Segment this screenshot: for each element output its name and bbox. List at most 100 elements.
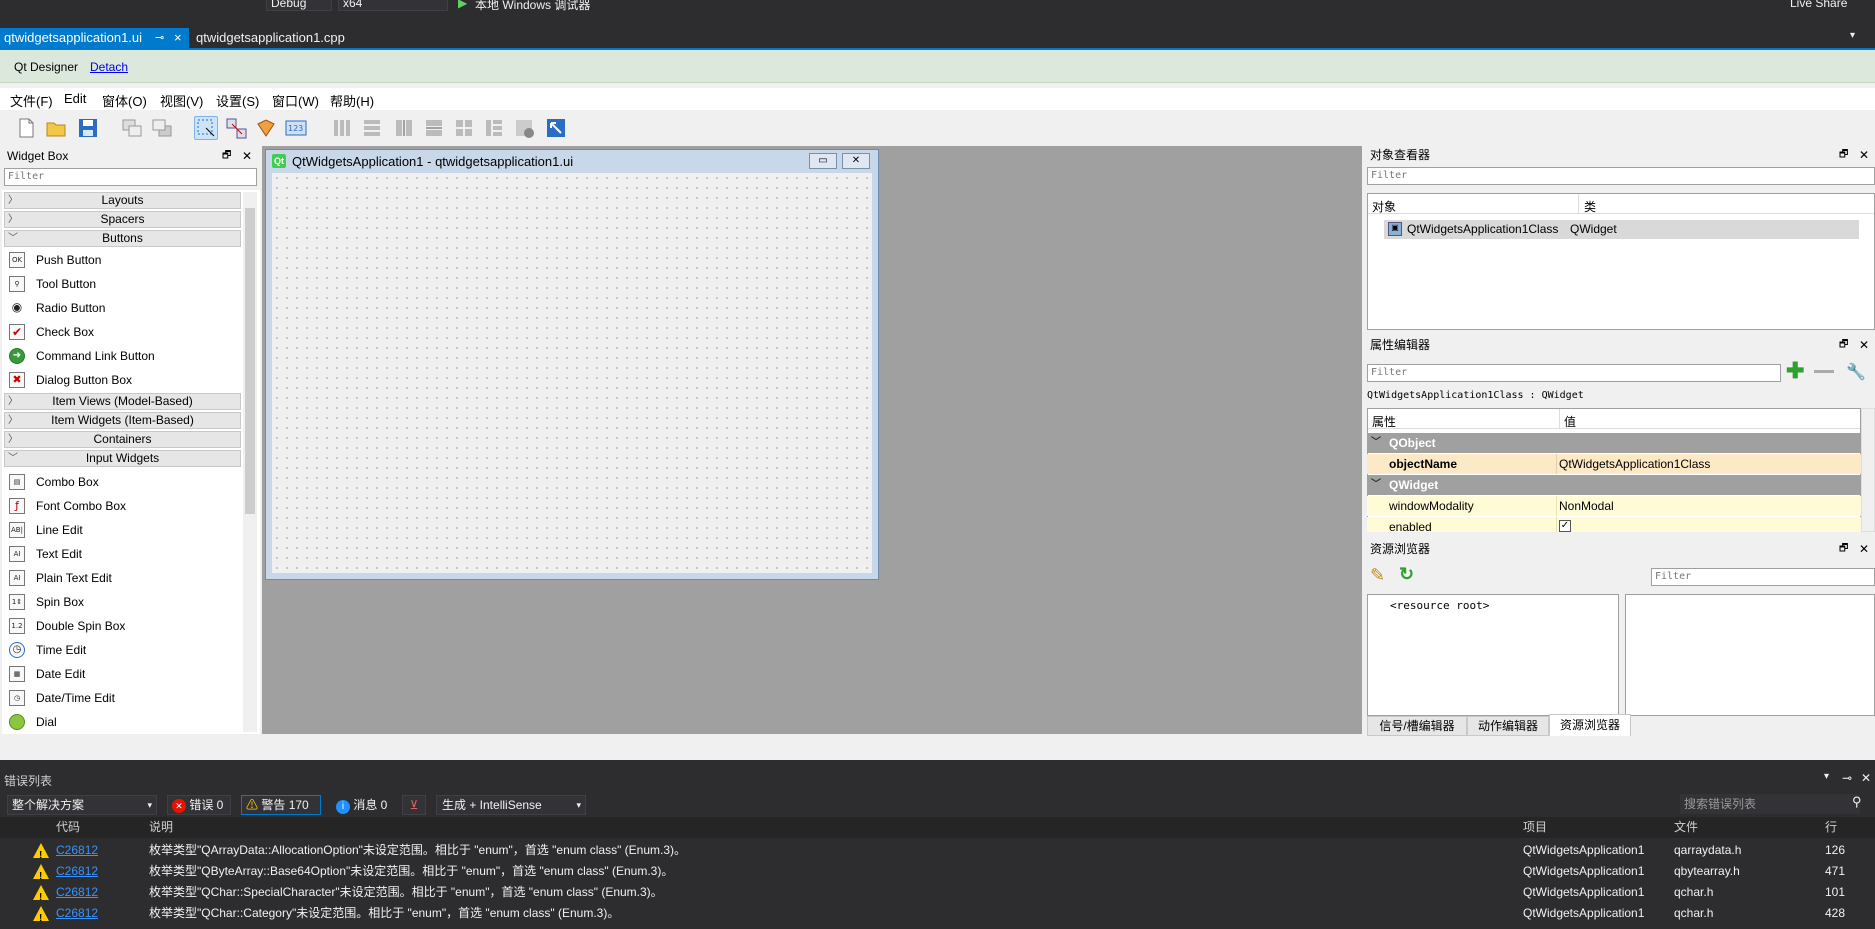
widget-plain-text-edit[interactable]: AI Plain Text Edit	[6, 568, 241, 588]
run-target-button[interactable]: 本地 Windows 调试器	[475, 0, 590, 12]
col-file[interactable]: 文件	[1674, 817, 1698, 838]
prop-value[interactable]: NonModal	[1559, 496, 1614, 516]
menu-edit[interactable]: Edit	[64, 91, 86, 106]
remove-property-icon[interactable]	[1814, 370, 1834, 373]
play-icon[interactable]: ▶	[458, 0, 467, 10]
close-icon[interactable]: ✕	[1861, 771, 1871, 785]
widget-date-time-edit[interactable]: ◷ Date/Time Edit	[6, 688, 241, 708]
category-layouts[interactable]: 〉 Layouts	[4, 192, 241, 209]
new-file-icon[interactable]	[14, 116, 38, 140]
widget-command-link-button[interactable]: ➜ Command Link Button	[6, 346, 241, 366]
col-project[interactable]: 项目	[1523, 817, 1547, 838]
close-icon[interactable]: ✕	[842, 153, 870, 169]
search-errors-input[interactable]: 搜索错误列表	[1680, 794, 1860, 814]
col-class[interactable]: 类	[1584, 198, 1596, 215]
edit-tab-order-icon[interactable]: 123	[284, 116, 308, 140]
category-buttons[interactable]: ﹀ Buttons	[4, 230, 241, 247]
col-description[interactable]: 说明	[149, 817, 173, 838]
open-folder-icon[interactable]	[44, 116, 68, 140]
enabled-checkbox[interactable]: ✓	[1559, 520, 1571, 532]
filter-icon[interactable]: ⊻	[402, 795, 426, 815]
prop-windowmodality[interactable]: windowModality NonModal	[1367, 496, 1861, 516]
tab-cpp-file[interactable]: qtwidgetsapplication1.cpp	[192, 28, 345, 48]
prop-value[interactable]: QtWidgetsApplication1Class	[1559, 454, 1710, 474]
category-containers[interactable]: 〉 Containers	[4, 431, 241, 448]
form-canvas[interactable]	[272, 173, 872, 573]
col-line[interactable]: 行	[1825, 817, 1837, 838]
configure-icon[interactable]: 🔧	[1846, 362, 1866, 382]
layout-horizontal-icon[interactable]	[330, 116, 354, 140]
category-input-widgets[interactable]: ﹀ Input Widgets	[4, 450, 241, 467]
messages-filter-button[interactable]: i 消息 0	[331, 795, 391, 815]
pin-icon[interactable]: ⊸	[1842, 771, 1852, 785]
group-qobject[interactable]: ﹀ QObject	[1367, 433, 1861, 453]
category-item-widgets[interactable]: 〉 Item Widgets (Item-Based)	[4, 412, 241, 429]
col-code[interactable]: 代码	[56, 817, 80, 838]
break-layout-icon[interactable]	[512, 116, 536, 140]
live-share-button[interactable]: Live Share	[1790, 0, 1847, 10]
config-select[interactable]: Debug	[266, 0, 332, 11]
close-icon[interactable]: ✕	[1859, 146, 1869, 164]
close-icon[interactable]: ×	[174, 28, 182, 48]
widget-date-edit[interactable]: ▦ Date Edit	[6, 664, 241, 684]
widget-box-filter[interactable]: Filter	[4, 168, 257, 186]
widget-time-edit[interactable]: ◷ Time Edit	[6, 640, 241, 660]
widget-font-combo-box[interactable]: ƒ Font Combo Box	[6, 496, 241, 516]
detach-link[interactable]: Detach	[90, 60, 128, 74]
adjust-size-icon[interactable]	[544, 116, 568, 140]
menu-settings[interactable]: 设置(S)	[216, 91, 259, 110]
resource-root[interactable]: <resource root>	[1390, 599, 1489, 612]
widget-check-box[interactable]: ✔ Check Box	[6, 322, 241, 342]
widget-combo-box[interactable]: ▤ Combo Box	[6, 472, 241, 492]
prop-objectname[interactable]: objectName QtWidgetsApplication1Class	[1367, 454, 1861, 474]
edit-widgets-icon[interactable]	[194, 116, 218, 140]
error-row[interactable]: C26812 枚举类型"QArrayData::AllocationOption…	[0, 840, 1875, 866]
widget-spin-box[interactable]: 1⇕ Spin Box	[6, 592, 241, 612]
float-icon[interactable]: 🗗	[1839, 540, 1848, 558]
minimize-icon[interactable]: ▭	[809, 153, 837, 169]
form-window[interactable]: Qt QtWidgetsApplication1 - qtwidgetsappl…	[265, 149, 879, 580]
col-value[interactable]: 值	[1564, 413, 1576, 430]
send-to-back-icon[interactable]	[120, 116, 144, 140]
category-item-views[interactable]: 〉 Item Views (Model-Based)	[4, 393, 241, 410]
scope-select[interactable]: 整个解决方案 ▾	[7, 795, 157, 815]
property-scrollbar[interactable]	[1861, 408, 1875, 532]
widget-box-scrollbar[interactable]	[243, 192, 257, 732]
dropdown-icon[interactable]: ▾	[1824, 771, 1829, 782]
add-property-icon[interactable]: ✚	[1786, 360, 1804, 382]
error-row[interactable]: C26812 枚举类型"QChar::Category"未设定范围。相比于 "e…	[0, 903, 1875, 929]
error-code-link[interactable]: C26812	[56, 861, 98, 882]
tab-resource-browser[interactable]: 资源浏览器	[1549, 714, 1631, 736]
menu-file[interactable]: 文件(F)	[10, 91, 53, 110]
col-object[interactable]: 对象	[1372, 198, 1396, 215]
edit-resources-icon[interactable]: ✎	[1370, 565, 1385, 586]
tab-action-editor[interactable]: 动作编辑器	[1467, 716, 1549, 736]
error-code-link[interactable]: C26812	[56, 882, 98, 903]
layout-splitter-v-icon[interactable]	[422, 116, 446, 140]
warnings-filter-button[interactable]: ⚠ 警告 170	[241, 795, 321, 815]
menu-help[interactable]: 帮助(H)	[330, 91, 374, 110]
layout-form-icon[interactable]	[482, 116, 506, 140]
error-code-link[interactable]: C26812	[56, 903, 98, 924]
widget-radio-button[interactable]: ◉ Radio Button	[6, 298, 241, 318]
close-icon[interactable]: ✕	[1859, 336, 1869, 354]
edit-buddies-icon[interactable]	[254, 116, 278, 140]
close-icon[interactable]: ✕	[1859, 540, 1869, 558]
pin-icon[interactable]: ⊸	[155, 28, 164, 48]
error-row[interactable]: C26812 枚举类型"QChar::SpecialCharacter"未设定范…	[0, 882, 1875, 908]
errors-filter-button[interactable]: ✕ 错误 0	[167, 795, 231, 815]
float-icon[interactable]: 🗗	[222, 147, 231, 165]
menu-view[interactable]: 视图(V)	[160, 91, 203, 110]
layout-vertical-icon[interactable]	[360, 116, 384, 140]
platform-select[interactable]: x64	[338, 0, 448, 11]
widget-dialog-button-box[interactable]: ✖ Dialog Button Box	[6, 370, 241, 390]
widget-text-edit[interactable]: AI Text Edit	[6, 544, 241, 564]
reload-icon[interactable]: ↻	[1399, 564, 1414, 585]
category-spacers[interactable]: 〉 Spacers	[4, 211, 241, 228]
build-filter-select[interactable]: 生成 + IntelliSense ▾	[436, 795, 586, 815]
search-icon[interactable]: ⚲	[1852, 794, 1862, 810]
tab-overflow-icon[interactable]: ▾	[1850, 30, 1855, 41]
widget-tool-button[interactable]: ⚲ Tool Button	[6, 274, 241, 294]
tab-signal-slot-editor[interactable]: 信号/槽编辑器	[1367, 716, 1467, 736]
widget-push-button[interactable]: OK Push Button	[6, 250, 241, 270]
